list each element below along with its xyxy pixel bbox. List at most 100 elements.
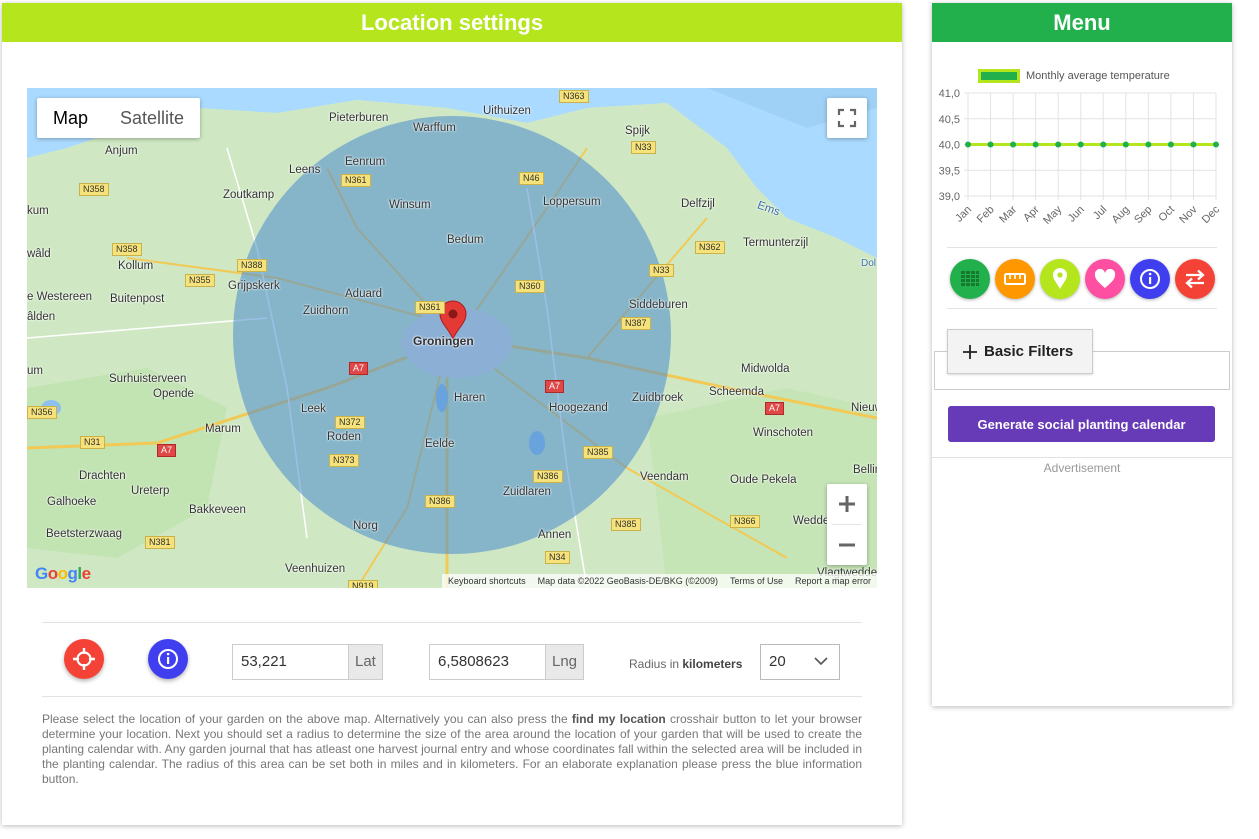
map-type-satellite-button[interactable]: Satellite [104,98,200,138]
x-tick-label: May [1041,203,1065,227]
location-pin-icon [1053,268,1067,289]
x-tick-label: Jul [1091,204,1109,222]
road-badge: N361 [341,174,371,187]
place-label: Zoutkamp [223,189,275,201]
road-badge: N387 [621,317,651,330]
place-label: Zuidlaren [503,486,551,498]
location-settings-title: Location settings [2,3,902,42]
measure-button[interactable] [995,259,1035,299]
plus-icon [963,344,977,359]
place-label: Nieuw [851,402,877,414]
road-badge: N31 [80,436,105,449]
x-tick-label: Oct [1156,204,1177,225]
latitude-addon: Lat [348,644,383,680]
place-label: Beetsterzwaag [46,528,123,540]
road-badge: N372 [335,416,365,429]
road-badge: N388 [237,259,267,272]
data-point [965,141,971,148]
x-tick-label: Sep [1132,204,1154,226]
place-label: Siddeburen [629,299,688,311]
y-tick-label: 40,5 [939,114,960,126]
fullscreen-icon [837,108,857,128]
find-my-location-button[interactable] [64,639,104,679]
place-label: Kollum [118,260,154,272]
place-label: Anjum [105,145,138,157]
ruler-icon [1004,273,1026,285]
basic-filters-button[interactable]: Basic Filters [947,329,1093,374]
generate-calendar-button[interactable]: Generate social planting calendar [948,406,1215,442]
map-footer: Keyboard shortcuts Map data ©2022 GeoBas… [442,574,877,588]
swap-button[interactable] [1175,259,1215,299]
zoom-in-button[interactable] [827,484,867,524]
radius-label: Radius in kilometers [629,657,743,671]
terms-of-use-link[interactable]: Terms of Use [730,576,783,586]
info-icon [158,649,178,669]
data-point [1122,141,1129,148]
latitude-input[interactable]: 53,221 [232,644,348,680]
report-map-error-link[interactable]: Report a map error [795,576,871,586]
y-tick-label: 40,0 [939,140,960,152]
radius-select[interactable]: 20 [760,644,840,680]
place-label: Marum [205,423,241,435]
divider [947,247,1217,248]
map[interactable]: Uithuizen Pieterburen Warffum Spijk Anju… [27,88,877,588]
place-label: Veendam [640,471,689,483]
zoom-control [827,484,867,565]
fullscreen-button[interactable] [827,98,867,138]
y-tick-label: 41,0 [939,88,960,100]
road-badge: N919 [348,580,378,588]
road-badge: N386 [425,495,455,508]
road-badge: N386 [533,470,563,483]
menu-info-button[interactable] [1130,259,1170,299]
place-label: Eelde [425,438,455,450]
location-button[interactable] [1040,259,1080,299]
road-badge: N356 [27,406,57,419]
place-label: Opende [153,388,194,400]
legend-swatch [978,69,1020,83]
data-point [1077,141,1084,148]
zoom-out-button[interactable] [827,525,867,565]
info-button[interactable] [148,639,188,679]
place-label: Scheemda [709,386,764,398]
data-point [1145,141,1152,148]
place-label: Uithuizen [483,105,531,117]
place-label: Winsum [389,199,431,211]
place-label: Ureterp [131,485,170,497]
place-label: Bedum [447,234,484,246]
longitude-input-group: 6,5808623 Lng [429,644,585,680]
place-label: Oude Pekela [730,474,797,486]
place-label: Buitenpost [110,293,165,305]
x-tick-label: Jan [953,204,974,225]
road-badge: N362 [695,241,725,254]
google-logo[interactable]: Google [35,564,91,584]
keyboard-shortcuts-link[interactable]: Keyboard shortcuts [448,576,526,586]
place-label: âlden [27,311,56,323]
minus-icon [839,543,855,547]
temperature-chart: 41,0 40,5 40,0 39,5 39,0Jan Feb Mar Apr May Jun Ju… [939,88,1223,227]
map-type-map-button[interactable]: Map [37,98,104,138]
divider [42,622,862,623]
location-settings-panel: Location settings Uithuizen Pieterburen … [2,3,902,825]
place-label: Loppersum [543,196,601,208]
y-tick-label: 39,5 [939,165,960,177]
longitude-addon: Lng [545,644,585,680]
calendar-grid-button[interactable] [950,259,990,299]
longitude-input[interactable]: 6,5808623 [429,644,545,680]
water-label: Dol [861,258,877,269]
grid-icon [961,271,979,286]
place-label: Leek [301,403,326,415]
heart-icon [1094,269,1116,288]
place-label: Zuidbroek [632,392,684,404]
chart-legend[interactable]: Monthly average temperature [978,69,1170,83]
place-label: Annen [538,529,572,541]
road-badge: N355 [185,274,215,287]
place-label: Leens [289,164,321,176]
place-label: wâld [27,248,51,260]
place-label: Bakkeveen [189,504,246,516]
x-tick-label: Apr [1021,203,1042,224]
road-badge: N381 [145,536,175,549]
place-label: Aduard [345,288,383,300]
data-point [1032,141,1039,148]
place-label: Termunterzijl [743,237,809,249]
favorites-button[interactable] [1085,259,1125,299]
